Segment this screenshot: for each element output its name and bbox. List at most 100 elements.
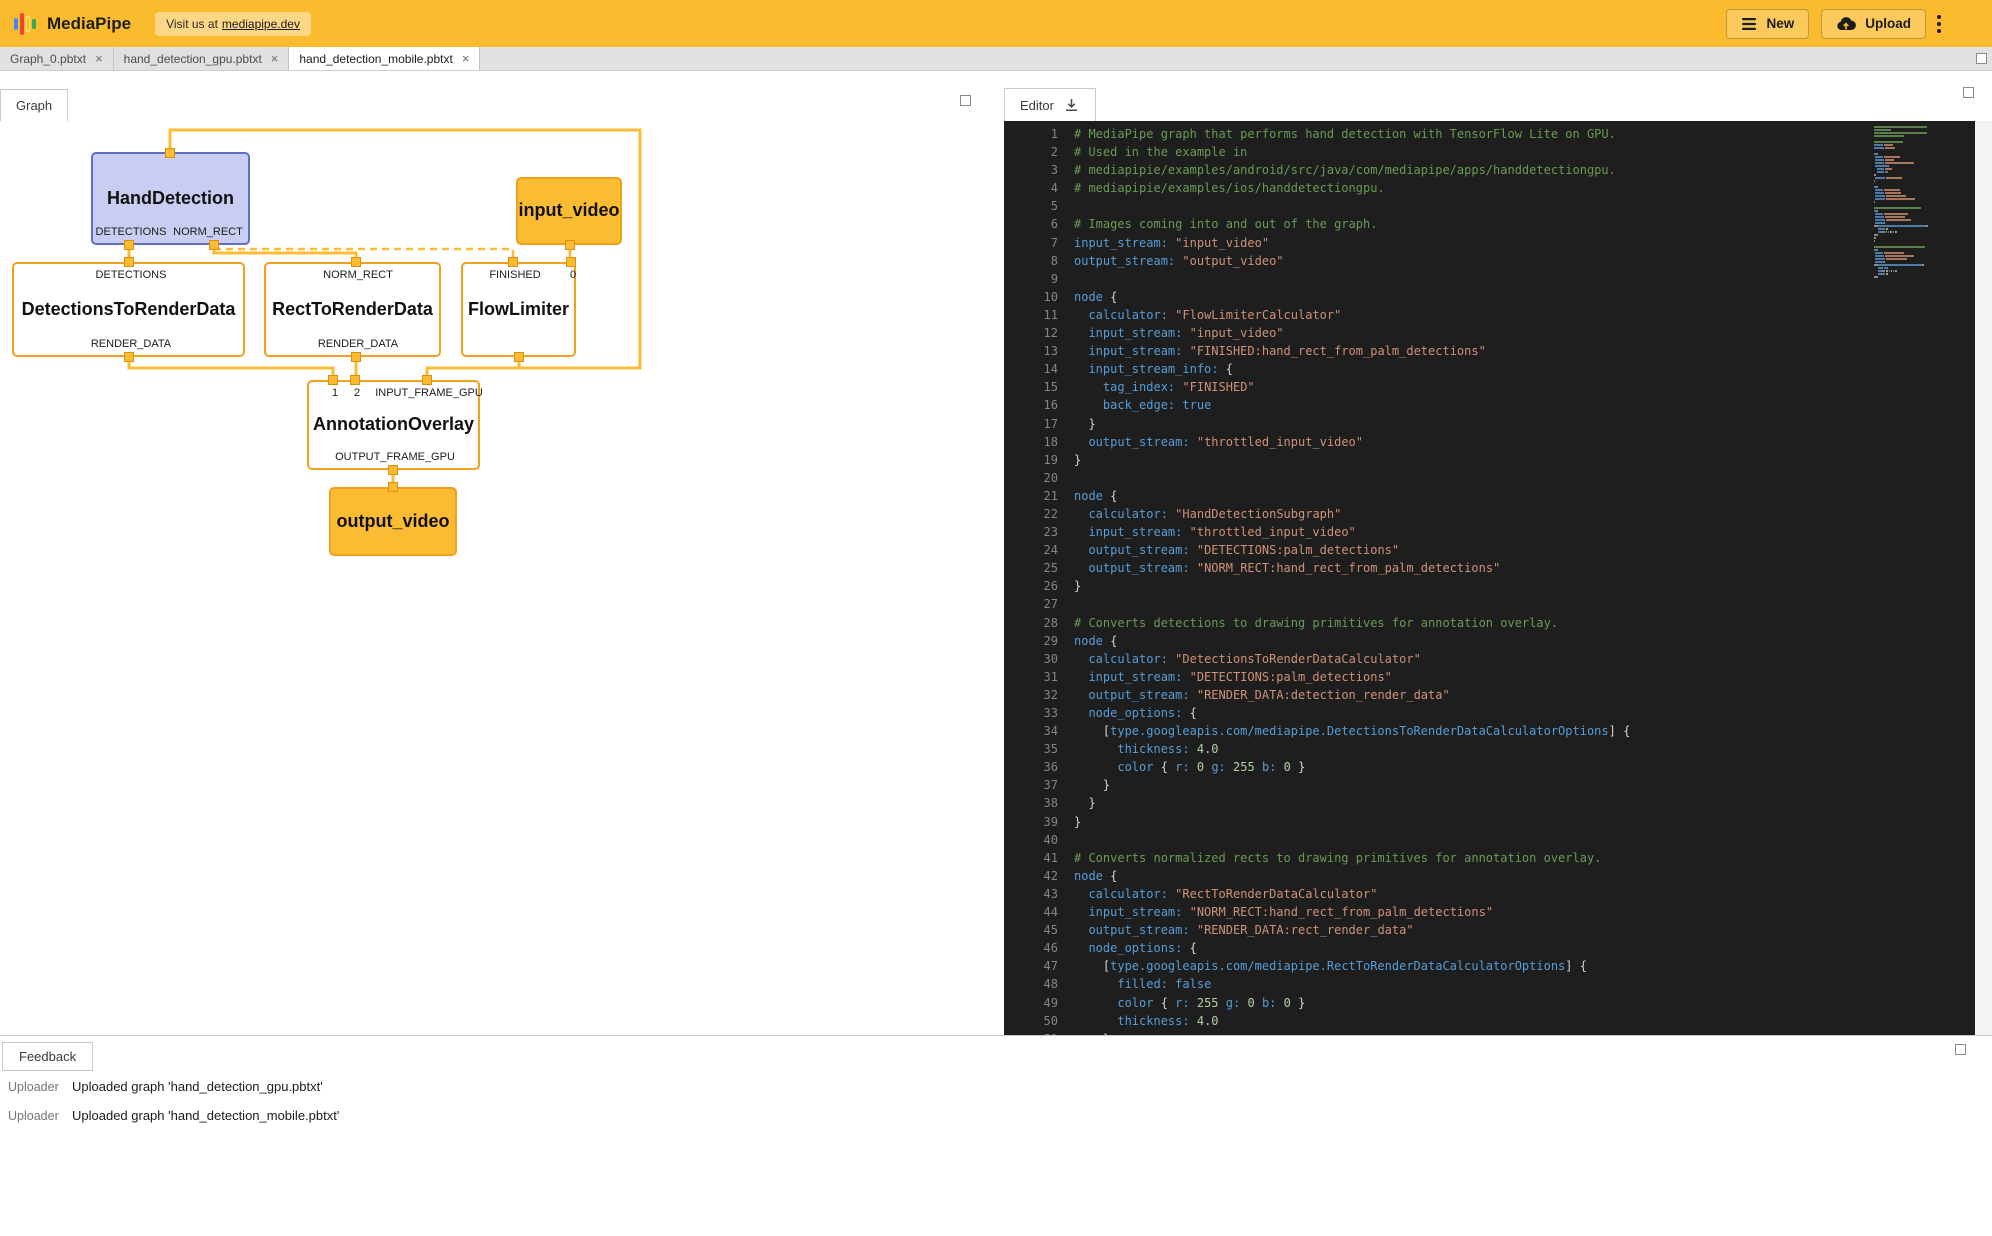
code-line[interactable]: 2# Used in the example in (1004, 143, 1975, 161)
new-button[interactable]: New (1726, 9, 1809, 39)
code-editor[interactable]: 1# MediaPipe graph that performs hand de… (1004, 121, 1975, 1035)
code-line[interactable]: 38 } (1004, 794, 1975, 812)
code-line[interactable]: 29node { (1004, 632, 1975, 650)
code-line[interactable]: 18 output_stream: "throttled_input_video… (1004, 433, 1975, 451)
code-line[interactable]: 22 calculator: "HandDetectionSubgraph" (1004, 505, 1975, 523)
minimap-line (1874, 246, 1936, 248)
code-line[interactable]: 41# Converts normalized rects to drawing… (1004, 849, 1975, 867)
code-line[interactable]: 3# mediapipie/examples/android/src/java/… (1004, 161, 1975, 179)
code-line[interactable]: 25 output_stream: "NORM_RECT:hand_rect_f… (1004, 559, 1975, 577)
graph-node-hand-detection[interactable]: HandDetection DETECTIONS NORM_RECT (91, 152, 250, 245)
code-line[interactable]: 20 (1004, 469, 1975, 487)
code-text: # MediaPipe graph that performs hand det… (1074, 127, 1616, 141)
port-label: RENDER_DATA (91, 338, 171, 350)
code-line[interactable]: 9 (1004, 270, 1975, 288)
code-text: calculator: "HandDetectionSubgraph" (1074, 507, 1341, 521)
code-line[interactable]: 47 [type.googleapis.com/mediapipe.RectTo… (1004, 957, 1975, 975)
code-line[interactable]: 7input_stream: "input_video" (1004, 234, 1975, 252)
code-line[interactable]: 39} (1004, 813, 1975, 831)
tab-close-icon[interactable]: × (462, 52, 470, 65)
tab-close-icon[interactable]: × (271, 52, 279, 65)
code-line[interactable]: 33 node_options: { (1004, 704, 1975, 722)
popout-editor-icon[interactable] (1963, 87, 1974, 98)
minimap-line (1874, 138, 1936, 140)
graph-panel-tab[interactable]: Graph (0, 89, 68, 121)
minimap-line (1874, 237, 1936, 239)
code-line[interactable]: 15 tag_index: "FINISHED" (1004, 378, 1975, 396)
line-number: 41 (1004, 849, 1074, 867)
code-line[interactable]: 46 node_options: { (1004, 939, 1975, 957)
file-tab-label: hand_detection_mobile.pbtxt (299, 52, 452, 66)
editor-scrollbar-track[interactable] (1975, 121, 1992, 1035)
popout-graph-icon[interactable] (960, 95, 971, 106)
code-line[interactable]: 26} (1004, 577, 1975, 595)
code-line[interactable]: 12 input_stream: "input_video" (1004, 324, 1975, 342)
visit-link[interactable]: mediapipe.dev (222, 17, 300, 31)
graph-node-output-video[interactable]: output_video (329, 487, 457, 556)
tab-close-icon[interactable]: × (95, 52, 103, 65)
code-line[interactable]: 30 calculator: "DetectionsToRenderDataCa… (1004, 650, 1975, 668)
line-number: 46 (1004, 939, 1074, 957)
graph-canvas[interactable]: HandDetection DETECTIONS NORM_RECT input… (0, 121, 1004, 1035)
code-line[interactable]: 28# Converts detections to drawing primi… (1004, 614, 1975, 632)
code-line[interactable]: 32 output_stream: "RENDER_DATA:detection… (1004, 686, 1975, 704)
minimap[interactable] (1874, 126, 1936, 279)
maximize-panel-icon[interactable] (1976, 53, 1987, 64)
code-line[interactable]: 19} (1004, 451, 1975, 469)
minimap-line (1874, 225, 1936, 227)
code-line[interactable]: 17 } (1004, 415, 1975, 433)
upload-button[interactable]: Upload (1821, 9, 1926, 39)
code-line[interactable]: 11 calculator: "FlowLimiterCalculator" (1004, 306, 1975, 324)
minimap-line (1874, 222, 1936, 224)
code-line[interactable]: 23 input_stream: "throttled_input_video" (1004, 523, 1975, 541)
code-line[interactable]: 6# Images coming into and out of the gra… (1004, 215, 1975, 233)
graph-node-annotation-overlay[interactable]: 1 2 INPUT_FRAME_GPU AnnotationOverlay OU… (307, 380, 480, 470)
code-line[interactable]: 8output_stream: "output_video" (1004, 252, 1975, 270)
code-line[interactable]: 5 (1004, 197, 1975, 215)
code-line[interactable]: 13 input_stream: "FINISHED:hand_rect_fro… (1004, 342, 1975, 360)
code-line[interactable]: 42node { (1004, 867, 1975, 885)
code-line[interactable]: 49 color { r: 255 g: 0 b: 0 } (1004, 994, 1975, 1012)
graph-node-input-video[interactable]: input_video (516, 177, 622, 245)
code-line[interactable]: 4# mediapipie/examples/ios/handdetection… (1004, 179, 1975, 197)
graph-node-flow-limiter[interactable]: FINISHED 0 FlowLimiter (461, 262, 576, 357)
code-line[interactable]: 34 [type.googleapis.com/mediapipe.Detect… (1004, 722, 1975, 740)
visit-text: Visit us at (166, 17, 218, 31)
file-tab[interactable]: hand_detection_mobile.pbtxt × (289, 47, 480, 70)
minimap-line (1874, 201, 1936, 203)
code-line[interactable]: 45 output_stream: "RENDER_DATA:rect_rend… (1004, 921, 1975, 939)
feedback-panel-tab[interactable]: Feedback (2, 1042, 93, 1071)
line-number: 28 (1004, 614, 1074, 632)
code-line[interactable]: 35 thickness: 4.0 (1004, 740, 1975, 758)
code-line[interactable]: 43 calculator: "RectToRenderDataCalculat… (1004, 885, 1975, 903)
code-line[interactable]: 1# MediaPipe graph that performs hand de… (1004, 125, 1975, 143)
code-text: thickness: 4.0 (1074, 1014, 1219, 1028)
code-line[interactable]: 21node { (1004, 487, 1975, 505)
code-line[interactable]: 14 input_stream_info: { (1004, 360, 1975, 378)
more-options-button[interactable] (1934, 10, 1944, 38)
code-line[interactable]: 40 (1004, 831, 1975, 849)
code-line[interactable]: 31 input_stream: "DETECTIONS:palm_detect… (1004, 668, 1975, 686)
code-line[interactable]: 48 filled: false (1004, 975, 1975, 993)
graph-node-detections-to-render-data[interactable]: DETECTIONS DetectionsToRenderData RENDER… (12, 262, 245, 357)
port-label: NORM_RECT (323, 269, 393, 281)
code-text: calculator: "FlowLimiterCalculator" (1074, 308, 1341, 322)
download-icon[interactable] (1063, 97, 1080, 113)
code-line[interactable]: 44 input_stream: "NORM_RECT:hand_rect_fr… (1004, 903, 1975, 921)
graph-node-rect-to-render-data[interactable]: NORM_RECT RectToRenderData RENDER_DATA (264, 262, 441, 357)
code-line[interactable]: 36 color { r: 0 g: 255 b: 0 } (1004, 758, 1975, 776)
code-line[interactable]: 24 output_stream: "DETECTIONS:palm_detec… (1004, 541, 1975, 559)
graph-panel: Graph HandDetection DETECTIONS NORM_RECT… (0, 71, 1004, 1035)
code-line[interactable]: 16 back_edge: true (1004, 396, 1975, 414)
line-number: 40 (1004, 831, 1074, 849)
code-line[interactable]: 37 } (1004, 776, 1975, 794)
code-text: input_stream: "input_video" (1074, 236, 1269, 250)
minimap-line (1874, 171, 1936, 173)
file-tab[interactable]: hand_detection_gpu.pbtxt× (114, 47, 290, 70)
popout-feedback-icon[interactable] (1955, 1044, 1966, 1055)
editor-panel-tab[interactable]: Editor (1004, 88, 1096, 121)
file-tab[interactable]: Graph_0.pbtxt× (0, 47, 114, 70)
code-line[interactable]: 27 (1004, 595, 1975, 613)
code-line[interactable]: 10node { (1004, 288, 1975, 306)
code-line[interactable]: 50 thickness: 4.0 (1004, 1012, 1975, 1030)
